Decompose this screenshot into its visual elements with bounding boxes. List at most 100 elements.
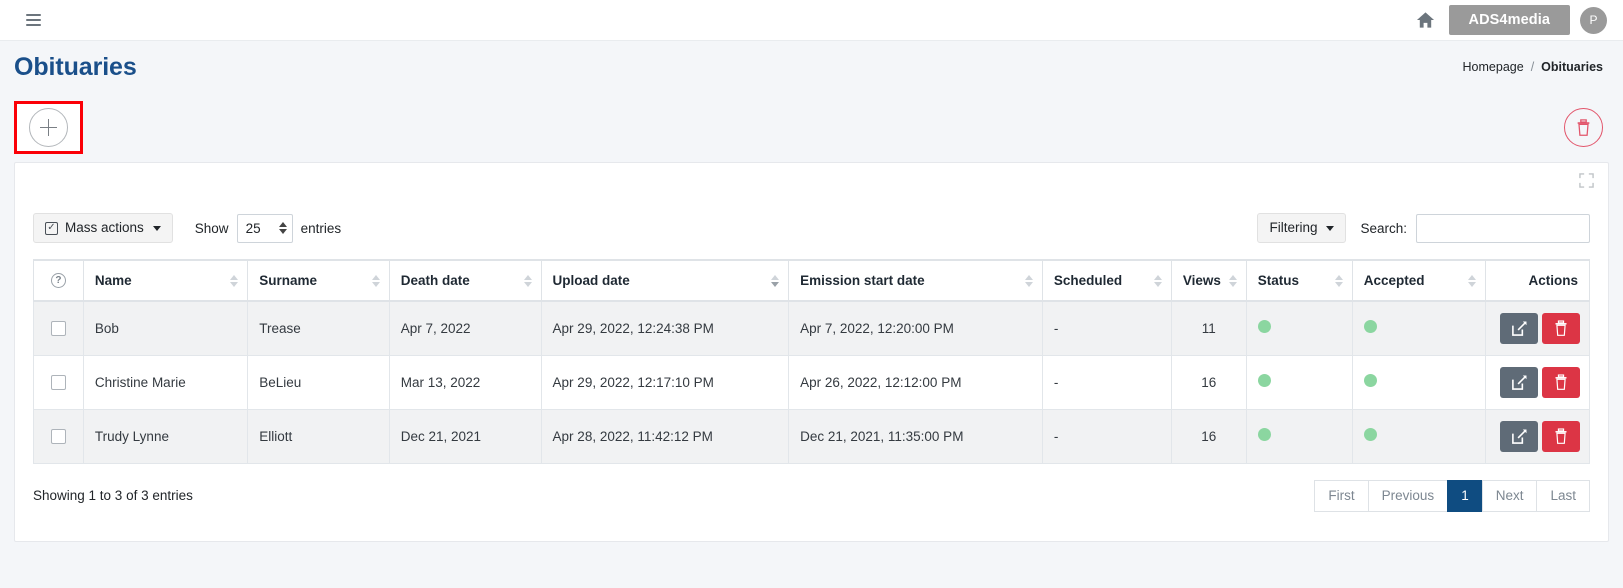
table-body: Bob Trease Apr 7, 2022 Apr 29, 2022, 12:24:… [33, 300, 1591, 464]
column-header-name[interactable]: Name [82, 259, 249, 302]
column-header-label: Actions [1528, 273, 1578, 288]
column-header-death-date[interactable]: Death date [388, 259, 542, 302]
cell-accepted [1351, 408, 1486, 464]
column-header-label: Scheduled [1053, 273, 1123, 288]
column-header-accepted[interactable]: Accepted [1351, 259, 1486, 302]
cell-surname: BeLieu [247, 354, 390, 410]
delete-row-button[interactable] [1542, 366, 1580, 398]
action-bar [0, 93, 1623, 162]
sort-arrows-icon[interactable] [523, 274, 532, 287]
top-navbar: ADS4media P [0, 0, 1623, 41]
add-obituary-button[interactable] [29, 108, 68, 147]
row-select-cell [33, 354, 84, 410]
page-title: Obituaries [14, 52, 137, 81]
table-head: ? Name Surname Death date Upload date Emissio… [33, 259, 1591, 302]
accepted-dot [1363, 320, 1377, 334]
row-select-cell [33, 408, 84, 464]
cell-emission-start-date: Apr 7, 2022, 12:20:00 PM [788, 300, 1043, 356]
row-checkbox[interactable] [50, 428, 66, 444]
breadcrumb: Homepage / Obituaries [1463, 60, 1603, 74]
cell-upload-date: Apr 28, 2022, 11:42:12 PM [540, 408, 790, 464]
table-row[interactable]: Trudy Lynne Elliott Dec 21, 2021 Apr 28, 20… [33, 408, 1591, 464]
column-header-views[interactable]: Views [1170, 259, 1247, 302]
breadcrumb-current: Obituaries [1541, 60, 1603, 74]
column-header-label: Death date [400, 273, 470, 288]
obituaries-card: ✓ Mass actions Show 25 entries Filtering… [14, 162, 1609, 542]
cell-actions [1484, 300, 1591, 356]
breadcrumb-home-link[interactable]: Homepage [1463, 60, 1524, 74]
entries-per-page-stepper[interactable]: 25 [236, 213, 293, 243]
obituaries-table: ? Name Surname Death date Upload date Emissio… [33, 259, 1591, 464]
row-checkbox[interactable] [50, 320, 66, 336]
search-input[interactable] [1416, 213, 1590, 243]
column-header-upload-date[interactable]: Upload date [540, 259, 790, 302]
trash-icon [1577, 118, 1590, 136]
search-group: Search: [1360, 213, 1590, 243]
edit-row-button[interactable] [1500, 366, 1538, 398]
pagination-1[interactable]: 1 [1447, 479, 1483, 512]
sort-arrows-icon[interactable] [1024, 274, 1033, 287]
cell-upload-date: Apr 29, 2022, 12:24:38 PM [540, 300, 790, 356]
accepted-dot [1363, 428, 1377, 441]
column-header-scheduled[interactable]: Scheduled [1041, 259, 1172, 302]
accepted-dot [1363, 374, 1377, 387]
cell-scheduled: - [1041, 300, 1172, 356]
sort-arrows-icon[interactable] [1334, 274, 1343, 287]
pagination-next[interactable]: Next [1481, 479, 1538, 512]
pagination-last[interactable]: Last [1536, 479, 1590, 512]
row-actions [1495, 312, 1580, 344]
hamburger-menu-icon[interactable] [20, 7, 46, 33]
cell-actions [1484, 354, 1591, 410]
page-header: Obituaries Homepage / Obituaries [0, 41, 1623, 93]
cell-status [1245, 300, 1353, 356]
cell-death-date: Dec 21, 2021 [388, 408, 542, 464]
chevron-down-icon [1326, 225, 1335, 231]
sort-arrows-icon[interactable] [230, 274, 239, 287]
row-actions [1495, 366, 1580, 398]
checkbox-icon: ✓ [45, 221, 58, 235]
column-header-label: Name [94, 273, 132, 288]
column-header-status[interactable]: Status [1245, 259, 1353, 302]
column-header-surname[interactable]: Surname [247, 259, 390, 302]
table-row[interactable]: Bob Trease Apr 7, 2022 Apr 29, 2022, 12:24:… [33, 300, 1591, 356]
cell-status [1245, 408, 1353, 464]
table-controls: ✓ Mass actions Show 25 entries Filtering… [15, 207, 1608, 249]
cell-surname: Trease [247, 300, 390, 356]
sort-arrows-icon[interactable] [371, 274, 380, 287]
mass-actions-label: Mass actions [65, 219, 144, 235]
entries-label: entries [300, 220, 342, 236]
delete-row-button[interactable] [1542, 312, 1580, 344]
help-icon[interactable]: ? [50, 273, 66, 288]
avatar[interactable]: P [1580, 6, 1607, 34]
cell-name: Trudy Lynne [82, 408, 249, 464]
brand-button[interactable]: ADS4media [1448, 4, 1570, 36]
table-row[interactable]: Christine Marie BeLieu Mar 13, 2022 Apr 29,… [33, 354, 1591, 410]
plus-icon [40, 119, 57, 136]
edit-row-button[interactable] [1500, 420, 1538, 452]
delete-row-button[interactable] [1542, 420, 1580, 452]
row-checkbox[interactable] [50, 374, 66, 390]
cell-views: 16 [1170, 408, 1247, 464]
pagination-first[interactable]: First [1314, 479, 1369, 512]
sort-arrows-icon[interactable] [1153, 274, 1162, 287]
sort-arrows-icon[interactable] [771, 274, 780, 287]
cell-views: 11 [1170, 300, 1247, 356]
sort-arrows-icon[interactable] [1228, 274, 1237, 287]
search-label: Search: [1360, 220, 1407, 236]
stepper-arrows-icon[interactable] [278, 222, 287, 234]
delete-selected-wrap [1564, 108, 1603, 147]
fullscreen-icon[interactable] [1579, 173, 1594, 193]
delete-selected-button[interactable] [1564, 108, 1603, 147]
column-header-label: Accepted [1363, 273, 1425, 288]
home-icon[interactable] [1413, 7, 1439, 33]
pagination-previous[interactable]: Previous [1367, 479, 1449, 512]
cell-death-date: Mar 13, 2022 [388, 354, 542, 410]
mass-actions-dropdown[interactable]: ✓ Mass actions [33, 212, 173, 244]
sort-arrows-icon[interactable] [1467, 274, 1476, 287]
cell-name: Christine Marie [82, 354, 249, 410]
filtering-dropdown[interactable]: Filtering [1257, 212, 1347, 244]
topbar-right-group: ADS4media P [1413, 4, 1610, 36]
column-header-emission-start-date[interactable]: Emission start date [788, 259, 1043, 302]
edit-row-button[interactable] [1500, 312, 1538, 344]
cell-surname: Elliott [247, 408, 390, 464]
